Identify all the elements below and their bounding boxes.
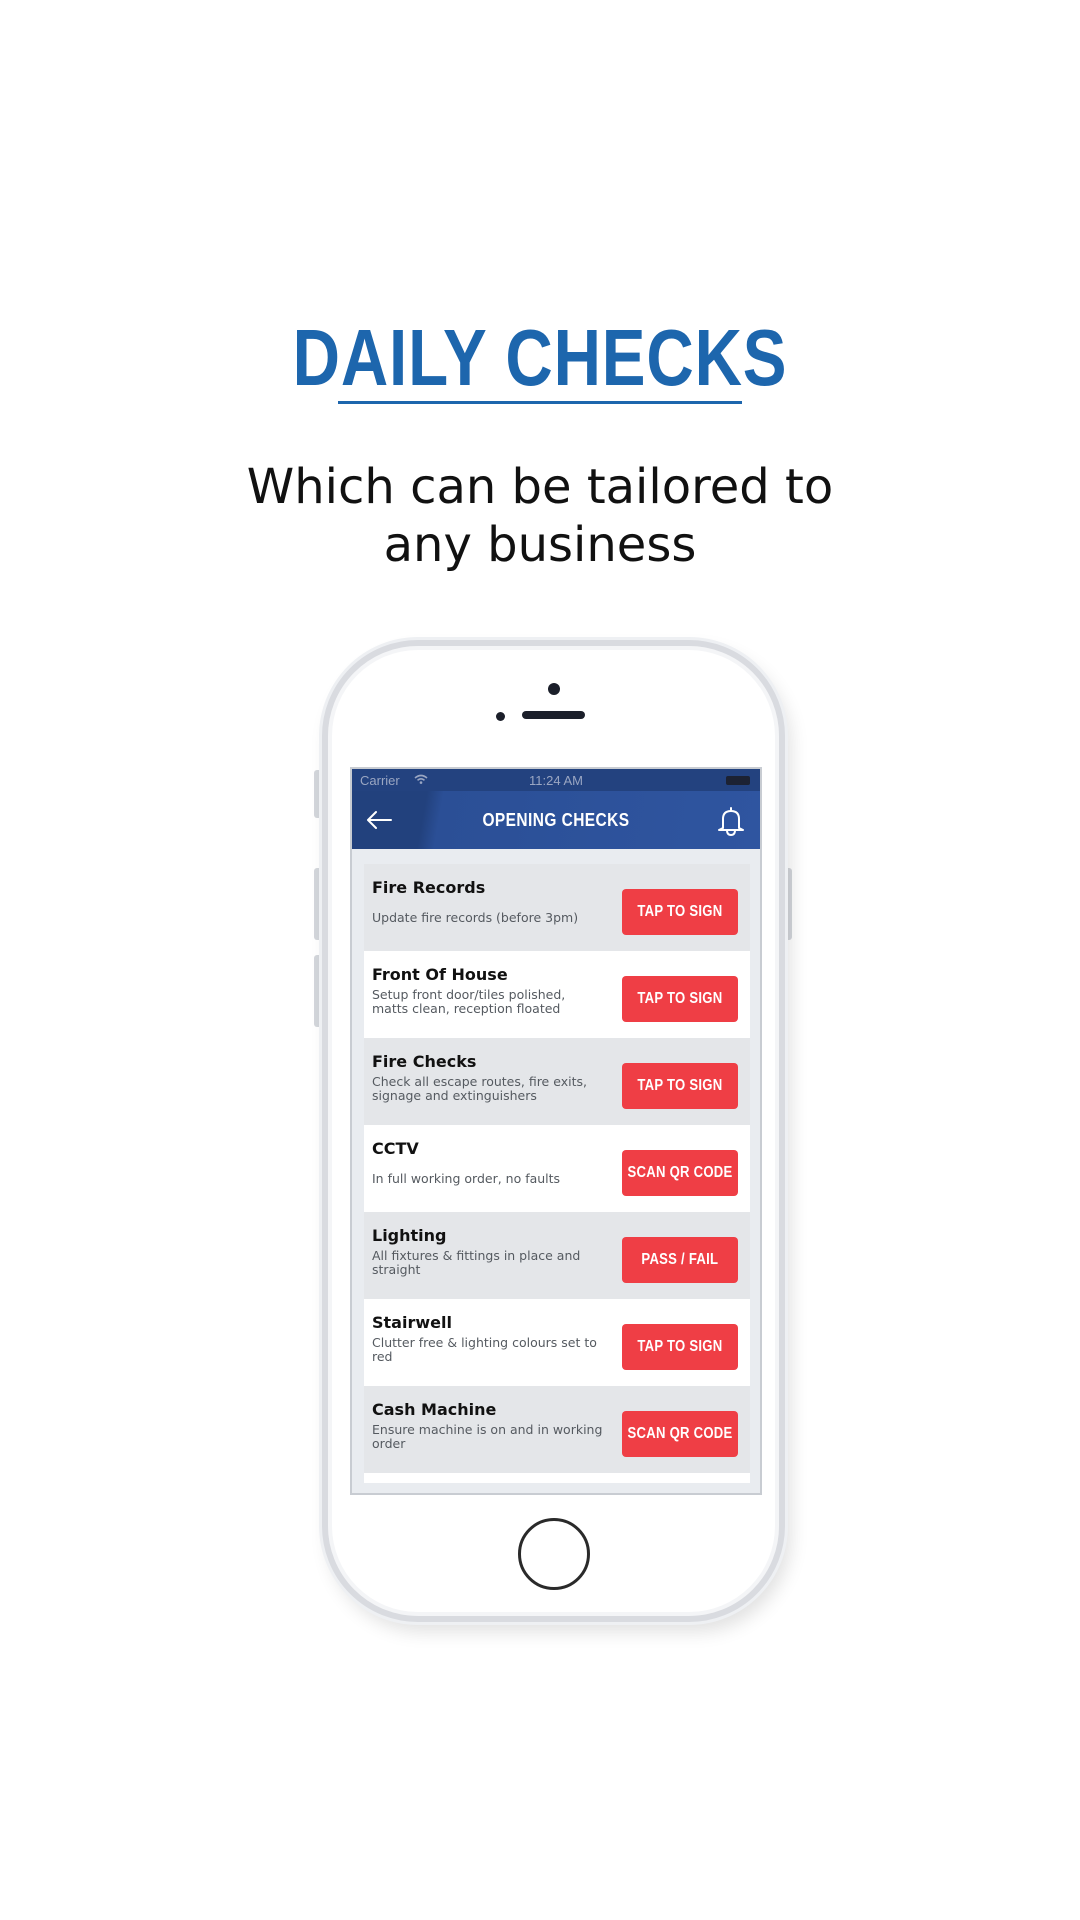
promo-subtitle-line-1: Which can be tailored to <box>246 459 834 515</box>
status-time: 11:24 AM <box>529 773 583 788</box>
bell-icon[interactable] <box>714 804 748 838</box>
phone-volume-up-button <box>314 868 322 940</box>
check-description: In full working order, no faults <box>372 1171 561 1186</box>
promo-subtitle-line-2: any business <box>383 517 697 573</box>
check-description: Clutter free & lighting colours set to r… <box>372 1335 597 1364</box>
check-description: Check all escape routes, fire exits, sig… <box>372 1074 587 1103</box>
scan-qr-code-button[interactable]: SCAN QR CODE <box>622 1150 738 1196</box>
check-description: Setup front door/tiles polished, matts c… <box>372 987 566 1016</box>
tap-to-sign-button[interactable]: TAP TO SIGN <box>622 1324 738 1370</box>
earpiece-speaker <box>522 711 585 719</box>
front-camera <box>548 683 560 695</box>
scan-qr-code-button[interactable]: SCAN QR CODE <box>622 1411 738 1457</box>
phone-power-button <box>784 868 792 940</box>
check-item-stairwell: Stairwell Clutter free & lighting colour… <box>364 1299 750 1386</box>
check-description: Ensure machine is on and in working orde… <box>372 1422 603 1451</box>
phone-volume-down-button <box>314 955 322 1027</box>
promo-title-underline <box>338 401 742 404</box>
nav-bar: OPENING CHECKS <box>352 791 760 849</box>
check-item-fire-records: Fire Records Update fire records (before… <box>364 864 750 951</box>
tap-to-sign-button[interactable]: TAP TO SIGN <box>622 889 738 935</box>
check-item-cash-machine: Cash Machine Ensure machine is on and in… <box>364 1386 750 1473</box>
check-item-cctv: CCTV In full working order, no faults SC… <box>364 1125 750 1212</box>
status-bar: Carrier 11:24 AM <box>352 769 760 791</box>
list-footer <box>364 1473 750 1483</box>
check-item-front-of-house: Front Of House Setup front door/tiles po… <box>364 951 750 1038</box>
checks-list: Fire Records Update fire records (before… <box>364 864 750 1483</box>
pass-fail-button[interactable]: PASS / FAIL <box>622 1237 738 1283</box>
app-screen: Carrier 11:24 AM OPENING CHECKS Fire Rec… <box>350 767 762 1495</box>
home-button[interactable] <box>518 1518 590 1590</box>
promo-title: DAILY CHECKS <box>292 313 788 402</box>
promo-subtitle: Which can be tailored to any business <box>140 458 940 574</box>
battery-icon <box>726 776 750 785</box>
check-item-lighting: Lighting All fixtures & fittings in plac… <box>364 1212 750 1299</box>
tap-to-sign-button[interactable]: TAP TO SIGN <box>622 976 738 1022</box>
nav-title: OPENING CHECKS <box>482 810 630 830</box>
phone-mute-switch <box>314 770 322 818</box>
tap-to-sign-button[interactable]: TAP TO SIGN <box>622 1063 738 1109</box>
proximity-sensor <box>496 712 505 721</box>
check-description: Update fire records (before 3pm) <box>372 910 579 925</box>
check-description: All fixtures & fittings in place and str… <box>372 1248 581 1277</box>
check-item-fire-checks: Fire Checks Check all escape routes, fir… <box>364 1038 750 1125</box>
